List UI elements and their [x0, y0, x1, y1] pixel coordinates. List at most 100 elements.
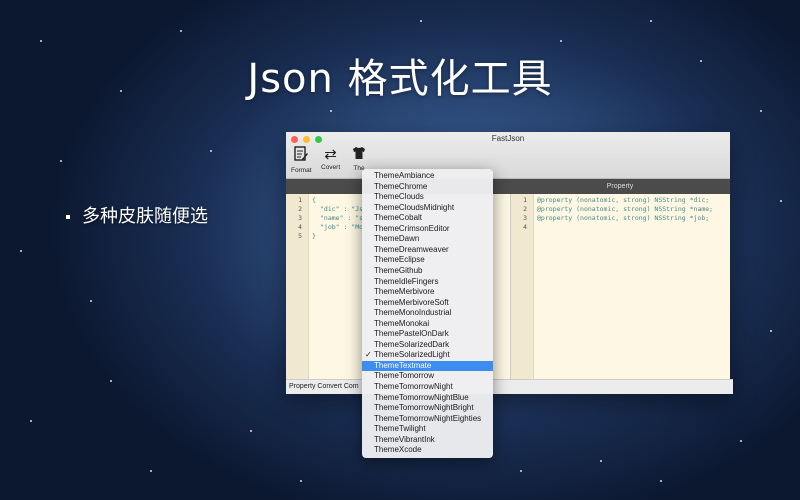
theme-menu-item-label: ThemeClouds	[374, 192, 424, 202]
star-dot	[300, 480, 302, 482]
theme-button[interactable]: The	[352, 146, 366, 172]
window-title: FastJson	[491, 134, 525, 143]
json-line: 2 "dic" : "Js	[298, 205, 364, 213]
star-dot	[150, 470, 152, 472]
star-dot	[740, 440, 742, 442]
theme-menu-item[interactable]: ThemeChrome	[362, 182, 493, 193]
theme-menu-item[interactable]: ThemeEclipse	[362, 255, 493, 266]
star-dot	[250, 430, 252, 432]
window-titlebar: FastJson Format ⇄ Covert The	[286, 132, 730, 179]
property-line: 3 @property (nonatomic, strong) NSString …	[523, 214, 710, 222]
theme-menu-item[interactable]: ThemeMonoIndustrial	[362, 308, 493, 319]
star-dot	[210, 150, 212, 152]
property-line: 1 @property (nonatomic, strong) NSString …	[523, 196, 710, 204]
theme-menu-item[interactable]: ThemeIdleFingers	[362, 277, 493, 288]
star-dot	[60, 160, 62, 162]
theme-menu-item[interactable]: ThemeVibrantInk	[362, 435, 493, 446]
theme-menu-item-label: ThemeTomorrow	[374, 371, 435, 381]
star-dot	[780, 200, 782, 202]
theme-menu-item-label: ThemeCloudsMidnight	[374, 202, 455, 212]
star-dot	[760, 110, 762, 112]
star-dot	[30, 420, 32, 422]
theme-menu-item[interactable]: ThemeTextmate	[362, 360, 493, 372]
theme-menu-item-label: ThemeTomorrowNightEighties	[374, 413, 482, 423]
format-icon	[291, 146, 312, 167]
theme-menu-item-label: ThemeEclipse	[374, 255, 425, 265]
star-dot	[330, 110, 332, 112]
property-line: 4	[523, 223, 527, 231]
theme-menu-item[interactable]: ThemeCrimsonEditor	[362, 224, 493, 235]
star-dot	[110, 380, 112, 382]
theme-menu-item-label: ThemeTomorrowNight	[374, 382, 453, 391]
theme-menu-item[interactable]: ThemeDawn	[362, 234, 493, 245]
star-dot	[420, 20, 422, 22]
star-dot	[600, 460, 602, 462]
theme-menu-item-label: ThemeCobalt	[374, 213, 423, 223]
theme-menu-item[interactable]: ThemeTomorrowNightEighties	[362, 414, 493, 425]
theme-menu-item[interactable]: ThemeTomorrowNight	[362, 382, 493, 393]
checkmark-icon: ✓	[365, 350, 372, 360]
theme-menu-item[interactable]: ThemeMerbivore	[362, 287, 493, 298]
theme-menu-item-label: ThemeChrome	[374, 181, 428, 191]
star-dot	[90, 300, 92, 302]
star-dot	[40, 40, 42, 42]
theme-menu-item[interactable]: ThemeClouds	[362, 192, 493, 203]
theme-menu-item[interactable]: ✓ ThemeSolarizedLight	[362, 350, 493, 361]
theme-menu[interactable]: ThemeAmbiance ThemeChrome ThemeClouds Theme…	[362, 169, 493, 458]
theme-menu-item[interactable]: ThemeTwilight	[362, 424, 493, 435]
theme-menu-item-label: ThemePastelOnDark	[374, 329, 449, 339]
theme-menu-item[interactable]: ThemeTomorrow	[362, 371, 493, 382]
theme-menu-item[interactable]: ThemeXcode	[362, 445, 493, 456]
theme-menu-item[interactable]: ThemePastelOnDark	[362, 329, 493, 340]
bullet-dot-icon	[66, 215, 70, 219]
theme-menu-item[interactable]: ThemeDreamweaver	[362, 245, 493, 256]
theme-menu-item[interactable]: ThemeTomorrowNightBlue	[362, 393, 493, 404]
theme-menu-item-label: ThemeIdleFingers	[374, 276, 439, 286]
fastjson-window: FastJson Format ⇄ Covert The Property 1{…	[286, 132, 733, 394]
covert-label: Covert	[321, 164, 341, 171]
format-label: Format	[291, 167, 312, 174]
theme-menu-item-label: ThemeVibrantInk	[374, 434, 435, 444]
theme-menu-item-label: ThemeTextmate	[374, 360, 432, 370]
covert-button[interactable]: ⇄ Covert	[321, 146, 340, 171]
star-dot	[650, 20, 652, 22]
panes-header: Property	[286, 179, 730, 194]
theme-menu-item[interactable]: ThemeMonokai	[362, 319, 493, 330]
star-dot	[180, 30, 182, 32]
property-line: 2 @property (nonatomic, strong) NSString …	[523, 205, 714, 213]
theme-menu-item-label: ThemeTomorrowNightBright	[374, 403, 474, 413]
json-line: 1{	[298, 196, 316, 204]
status-bar: Property Convert Com	[286, 379, 733, 394]
theme-menu-item[interactable]: ThemeCobalt	[362, 213, 493, 224]
property-header: Property	[606, 183, 634, 190]
theme-menu-item-label: ThemeDreamweaver	[374, 244, 449, 254]
star-dot	[560, 40, 562, 42]
star-dot	[520, 470, 522, 472]
json-line: 3 "name" : "s	[298, 214, 364, 222]
tshirt-theme-icon	[352, 146, 366, 165]
theme-menu-item-label: ThemeSolarizedDark	[374, 339, 450, 349]
page-headline: Json 格式化工具	[247, 56, 553, 102]
theme-menu-item[interactable]: ThemeCloudsMidnight	[362, 203, 493, 214]
star-dot	[20, 250, 22, 252]
feature-bullet-text: 多种皮肤随便选	[82, 206, 208, 227]
theme-menu-item-label: ThemeMerbivore	[374, 287, 435, 297]
theme-menu-item[interactable]: ThemeSolarizedDark	[362, 340, 493, 351]
star-dot	[660, 480, 662, 482]
property-output-pane[interactable]: 1 @property (nonatomic, strong) NSString …	[510, 194, 731, 380]
theme-menu-item-label: ThemeSolarizedLight	[374, 350, 450, 360]
json-line: 5}	[298, 232, 316, 240]
theme-menu-item[interactable]: ThemeTomorrowNightBright	[362, 403, 493, 414]
theme-menu-item[interactable]: ThemeAmbiance	[362, 171, 493, 182]
theme-menu-item-label: ThemeDawn	[374, 234, 420, 244]
theme-menu-item-label: ThemeGithub	[374, 265, 423, 275]
convert-arrows-icon: ⇄	[324, 146, 337, 163]
theme-menu-item-label: ThemeCrimsonEditor	[374, 223, 450, 233]
theme-menu-item[interactable]: ThemeMerbivoreSoft	[362, 298, 493, 309]
theme-menu-item-label: ThemeMonoIndustrial	[374, 308, 452, 318]
theme-menu-item-label: ThemeAmbiance	[374, 171, 435, 180]
theme-menu-item[interactable]: ThemeGithub	[362, 266, 493, 277]
theme-menu-item-label: ThemeTomorrowNightBlue	[374, 392, 469, 402]
star-dot	[770, 330, 772, 332]
format-button[interactable]: Format	[291, 146, 312, 174]
